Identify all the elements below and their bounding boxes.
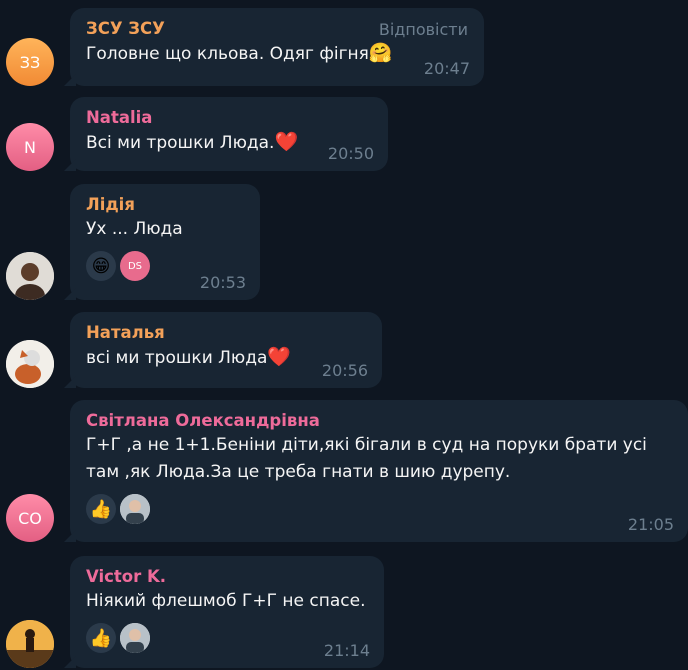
message-item: Victor K. Ніякий флешмоб Г+Г не спасе. 👍… bbox=[0, 556, 688, 668]
message-text-content: Всі ми трошки Люда. bbox=[86, 133, 275, 153]
avatar[interactable]: N bbox=[6, 123, 54, 171]
reply-button[interactable]: Відповісти bbox=[379, 20, 468, 39]
message-time: 20:47 bbox=[423, 59, 470, 78]
message-time: 21:05 bbox=[627, 515, 674, 534]
avatar-initials: N bbox=[24, 137, 36, 157]
person-photo-icon bbox=[120, 494, 150, 524]
message-bubble: Лідія Ух ... Люда 😁 DS 20:53 bbox=[70, 184, 260, 300]
photo-avatar-icon bbox=[6, 620, 54, 668]
reactor-avatar[interactable] bbox=[120, 494, 150, 524]
sender-name[interactable]: Victor K. bbox=[86, 566, 370, 588]
message-item: ЗЗ ЗСУ ЗСУ Відповісти Головне що кльова.… bbox=[0, 8, 688, 86]
person-photo-icon bbox=[120, 623, 150, 653]
photo-avatar-icon bbox=[6, 340, 54, 388]
heart-icon: ❤️ bbox=[274, 131, 299, 153]
reactor-avatar[interactable]: DS bbox=[120, 251, 150, 281]
message-text-line-1: Г+Г ,а не 1+1.Беніни діти,які бігали в с… bbox=[86, 435, 647, 455]
sender-name[interactable]: Наталья bbox=[86, 322, 368, 344]
message-bubble: Світлана Олександрівна Г+Г ,а не 1+1.Бен… bbox=[70, 400, 688, 542]
message-bubble: Victor K. Ніякий флешмоб Г+Г не спасе. 👍… bbox=[70, 556, 384, 668]
reactor-initials: DS bbox=[127, 260, 143, 272]
message-text-content: всі ми трошки Люда bbox=[86, 348, 268, 368]
message-text-line-2: там ,як Люда.За це треба гнати в шию дур… bbox=[86, 462, 511, 482]
grinning-face-icon[interactable]: 😁 bbox=[86, 251, 116, 281]
message-time: 20:50 bbox=[327, 144, 374, 163]
message-time: 20:56 bbox=[321, 361, 368, 380]
reactions: 👍 bbox=[86, 494, 674, 524]
avatar[interactable]: СО bbox=[6, 494, 54, 542]
message-text: Головне що кльова. Одяг фігня🤗 bbox=[86, 40, 470, 68]
avatar[interactable] bbox=[6, 620, 54, 668]
thumbs-up-icon[interactable]: 👍 bbox=[86, 623, 116, 653]
heart-icon: ❤️ bbox=[267, 346, 292, 368]
message-item: Наталья всі ми трошки Люда❤️ 20:56 bbox=[0, 312, 688, 388]
avatar[interactable] bbox=[6, 340, 54, 388]
thumbs-up-icon[interactable]: 👍 bbox=[86, 494, 116, 524]
sender-name[interactable]: Natalia bbox=[86, 107, 374, 129]
message-bubble: Natalia Всі ми трошки Люда.❤️ 20:50 bbox=[70, 97, 388, 171]
avatar[interactable]: ЗЗ bbox=[6, 38, 54, 86]
avatar-initials: СО bbox=[18, 508, 42, 528]
message-item: Лідія Ух ... Люда 😁 DS 20:53 bbox=[0, 184, 688, 300]
message-bubble: ЗСУ ЗСУ Відповісти Головне що кльова. Од… bbox=[70, 8, 484, 86]
message-time: 20:53 bbox=[199, 273, 246, 292]
message-item: СО Світлана Олександрівна Г+Г ,а не 1+1.… bbox=[0, 400, 688, 542]
sender-name[interactable]: Лідія bbox=[86, 194, 246, 216]
message-item: N Natalia Всі ми трошки Люда.❤️ 20:50 bbox=[0, 97, 688, 171]
sender-name[interactable]: Світлана Олександрівна bbox=[86, 410, 674, 432]
message-text: Ніякий флешмоб Г+Г не спасе. bbox=[86, 591, 366, 611]
photo-avatar-icon bbox=[6, 252, 54, 300]
reactor-avatar[interactable] bbox=[120, 623, 150, 653]
message-text: Ух ... Люда bbox=[86, 219, 183, 239]
hugging-face-icon: 🤗 bbox=[368, 42, 393, 64]
message-bubble: Наталья всі ми трошки Люда❤️ 20:56 bbox=[70, 312, 382, 388]
avatar[interactable] bbox=[6, 252, 54, 300]
message-text-content: Головне що кльова. Одяг фігня bbox=[86, 44, 369, 64]
message-time: 21:14 bbox=[323, 641, 370, 660]
avatar-initials: ЗЗ bbox=[19, 52, 41, 72]
